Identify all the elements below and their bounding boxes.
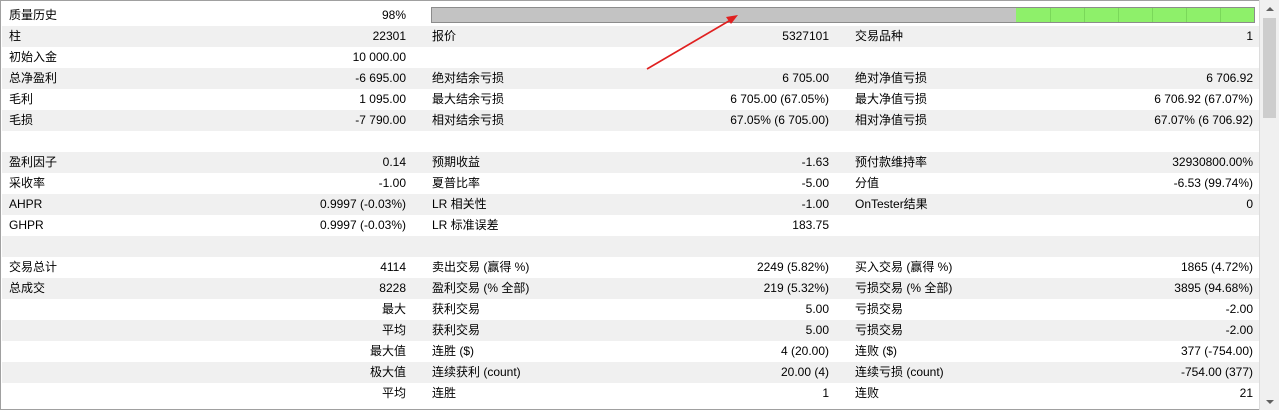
quality-bar-segment [1049,8,1051,22]
stat-label: 柱 [9,29,22,43]
stat-value: 4114 [380,260,406,274]
stat-label: 毛利 [9,92,34,106]
quality-bar-segment [1151,8,1153,22]
stat-label: GHPR [9,218,44,232]
stat-value: 极大值 [369,365,406,379]
stat-label: 采收率 [9,176,46,190]
stat-value: 最大值 [369,344,406,358]
stat-value: 22301 [372,29,406,43]
stat-value: -2.00 [1225,302,1253,316]
stats-row: 初始入金 10 000.00 [2,47,1259,68]
stat-value: 6 705.00 (67.05%) [730,92,829,106]
stat-value: 1 [822,386,829,400]
stats-row: 最大值 连胜 ($) 4 (20.00) 连败 ($) 377 (-754.00) [2,341,1259,362]
quality-bar-segment [1117,8,1119,22]
stats-row: 总净盈利 -6 695.00 绝对结余亏损 6 705.00 绝对净值亏损 6 706.9… [2,68,1259,89]
stats-row [2,131,1259,152]
stat-value: 67.07% (6 706.92) [1154,113,1253,127]
stat-value: -754.00 (377) [1180,365,1253,379]
stat-value: -7 790.00 [355,113,406,127]
stat-value: -5.00 [801,176,829,190]
stat-value: 1865 (4.72%) [1180,260,1253,274]
stat-value: -1.63 [801,155,829,169]
stat-value: 10 000.00 [352,50,406,64]
stat-label: 总净盈利 [9,71,58,85]
stat-value: 2249 (5.82%) [756,260,829,274]
stat-value: 32930800.00% [1172,155,1253,169]
stat-value: 1 095.00 [359,92,406,106]
stat-label: 毛损 [9,113,34,127]
scroll-down-button[interactable] [1260,393,1279,410]
quality-bar-segment [1219,8,1221,22]
stats-row: AHPR 0.9997 (-0.03%) LR 相关性 -1.00 OnTester结果… [2,194,1259,215]
quality-bar-segment [1185,8,1187,22]
stat-value: -2.00 [1225,323,1253,337]
stat-value: 0.9997 (-0.03%) [319,218,406,232]
stat-label: 交易总计 [9,260,58,274]
stat-value: 6 706.92 (67.07%) [1154,92,1253,106]
stat-value: 平均 [381,386,406,400]
stat-value: 0.14 [382,155,406,169]
stats-row: 平均 获利交易 5.00 亏损交易 -2.00 [2,320,1259,341]
stats-row: 极大值 连续获利 (count) 20.00 (4) 连续亏损 (count) -754… [2,362,1259,383]
vertical-scrollbar[interactable] [1259,0,1279,410]
stats-row: 交易总计 4114 卖出交易 (赢得 %) 2249 (5.82%) 买入交易 (赢得 … [2,257,1259,278]
quality-value: 98% [381,8,406,22]
stat-value: -6.53 (99.74%) [1173,176,1253,190]
stat-label: 总成交 [9,281,46,295]
stat-value: 67.05% (6 705.00) [730,113,829,127]
stats-row: 采收率 -1.00 夏普比率 -5.00 分值 -6.53 (99.74%) [2,173,1259,194]
backtest-report: 质量历史 98% 柱 22301 报价 5327101 交易品种 1 初始入金 10 000.… [0,0,1259,410]
stat-value: 4 (20.00) [780,344,829,358]
chevron-up-icon [1265,6,1274,11]
quality-history-bar [431,7,1255,23]
stat-label: 盈利因子 [9,155,58,169]
stat-value: 1 [1246,29,1253,43]
scrollbar-thumb[interactable] [1263,18,1276,118]
stat-value: -6 695.00 [355,71,406,85]
stat-value: 6 706.92 [1206,71,1253,85]
stat-value: 21 [1239,386,1253,400]
stat-value: 183.75 [792,218,829,232]
stat-value: 5327101 [782,29,829,43]
stats-row: 总成交 8228 盈利交易 (% 全部) 219 (5.32%) 亏损交易 (% 全部)… [2,278,1259,299]
stat-value: 5.00 [805,323,829,337]
stat-value: 219 (5.32%) [763,281,829,295]
stats-row: 毛损 -7 790.00 相对结余亏损 67.05% (6 705.00) 相对净值亏损… [2,110,1259,131]
chevron-down-icon [1265,399,1274,404]
quality-label: 质量历史 [9,8,58,22]
stat-label: AHPR [9,197,43,211]
stats-row: 平均 连胜 1 连败 21 [2,383,1259,404]
stats-row: 柱 22301 报价 5327101 交易品种 1 [2,26,1259,47]
stats-row: GHPR 0.9997 (-0.03%) LR 标准误差 183.75 [2,215,1259,236]
stats-row: 盈利因子 0.14 预期收益 -1.63 预付款维持率 32930800.00% [2,152,1259,173]
stat-value: 5.00 [805,302,829,316]
scroll-up-button[interactable] [1260,0,1279,17]
stat-value: 20.00 (4) [780,365,829,379]
stat-value: -1.00 [378,176,406,190]
stats-row: 最大 获利交易 5.00 亏损交易 -2.00 [2,299,1259,320]
stats-row [2,236,1259,257]
stat-value: 8228 [379,281,406,295]
stat-value: 平均 [381,323,406,337]
stat-value: 0.9997 (-0.03%) [319,197,406,211]
stat-value: 0 [1246,197,1253,211]
quality-bar-segment [1083,8,1085,22]
stat-value: 3895 (94.68%) [1174,281,1253,295]
stat-value: -1.00 [801,197,829,211]
stat-value: 377 (-754.00) [1180,344,1253,358]
stats-row: 毛利 1 095.00 最大结余亏损 6 705.00 (67.05%) 最大净值亏损 6… [2,89,1259,110]
quality-bar-fill [1015,8,1254,22]
stat-value: 6 705.00 [782,71,829,85]
stat-value: 最大 [381,302,406,316]
stat-label: 初始入金 [9,50,58,64]
